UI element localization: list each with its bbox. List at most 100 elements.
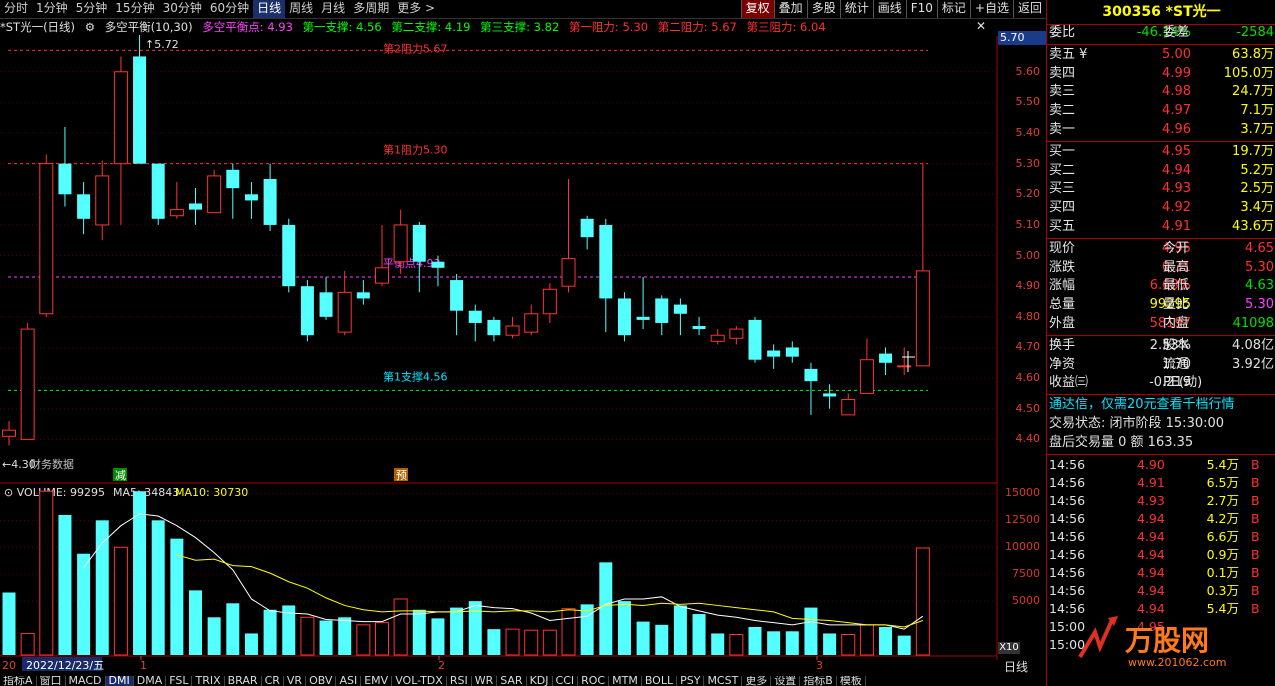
- volume-bar-down: [673, 605, 687, 655]
- quote-row: 收益㈢ -0.219 PE(动): [1047, 374, 1275, 392]
- row-value-2: 5.30: [1245, 297, 1274, 313]
- tick-t: 14:56: [1049, 492, 1086, 508]
- zoom-x10[interactable]: X10: [998, 642, 1020, 654]
- watermark-text: 万股网: [1125, 624, 1209, 657]
- quote-panel: 300356 *ST光一 委比 -46.14% 委差 -2584 卖五 ¥5.00 63.…: [1046, 0, 1275, 686]
- volume-bar-up: [113, 546, 128, 656]
- price-tick: 4.60: [1015, 371, 1041, 385]
- volume-bar-down: [95, 520, 109, 655]
- volume-bar-down: [412, 609, 426, 655]
- price-tick: 4.80: [1015, 309, 1041, 323]
- indicator-tab[interactable]: CCI: [553, 676, 579, 686]
- row-value: 4.99: [1162, 65, 1191, 81]
- indicator-tab[interactable]: 指标A: [0, 676, 37, 686]
- watermark-url: www.201062.com: [1128, 656, 1226, 669]
- row-value: 4.96: [1162, 122, 1191, 137]
- indicator-tab[interactable]: MCST: [704, 676, 743, 686]
- indicator-tab[interactable]: VR: [284, 676, 307, 686]
- row-value-2: -2584: [1236, 25, 1274, 40]
- volume-bar-down: [450, 607, 464, 655]
- indicator-tab[interactable]: RSI: [447, 676, 472, 686]
- tick-p: 4.90: [1137, 456, 1165, 472]
- indicator-tab[interactable]: OBV: [306, 676, 337, 686]
- indicator-tab[interactable]: SAR: [497, 676, 527, 686]
- price-axis: 5.60 5.50 5.40 5.30 5.20 5.10 5.00 4.90 4.80 4.70…: [998, 0, 1044, 480]
- ask-row: 卖二 4.97 7.1万: [1047, 102, 1275, 120]
- tick-b: B: [1251, 582, 1260, 598]
- row-label: 总量: [1049, 297, 1076, 313]
- candle-body-down: [655, 298, 669, 323]
- volume-bar-up: [39, 490, 54, 656]
- quote-row: 总量 99295 量比 5.30: [1047, 296, 1275, 314]
- indicator-tab[interactable]: PSY: [677, 676, 705, 686]
- row-value-2: 24.7万: [1232, 84, 1274, 100]
- indicator-tab[interactable]: EMV: [361, 676, 393, 686]
- indicator-tab[interactable]: 模板: [837, 676, 866, 686]
- indicator-tab[interactable]: 窗口: [37, 676, 66, 686]
- volume-bar-down: [189, 590, 202, 655]
- row-value: 4.92: [1162, 200, 1191, 216]
- candle-body-down: [151, 163, 165, 219]
- kline-chart[interactable]: 第2阻力5.67第1阻力5.30平衡点4.93第1支撑4.56↑5.72←4.3…: [0, 0, 1046, 676]
- price-tick: 4.50: [1015, 401, 1041, 415]
- candle-body-down: [580, 218, 594, 238]
- indicator-tab[interactable]: DMI: [105, 676, 134, 686]
- candle-body-up: [859, 359, 874, 394]
- indicator-tab[interactable]: CR: [262, 676, 284, 686]
- watermark-arrow: [1078, 619, 1114, 659]
- indicator-tab[interactable]: BRAR: [225, 676, 262, 686]
- indicator-tab[interactable]: DMA: [134, 676, 167, 686]
- text: 盘后交易量 0 额 163.35: [1049, 434, 1194, 450]
- indicator-tab[interactable]: WR: [472, 676, 498, 686]
- volume-label: ⊙ VOLUME: 99295: [4, 486, 105, 499]
- price-tick: 4.70: [1015, 340, 1041, 354]
- mark-yu: 预: [396, 469, 407, 482]
- candle-body-down: [617, 298, 631, 336]
- candle-body-up: [113, 71, 128, 165]
- candle-body-up: [710, 334, 725, 342]
- indicator-tab[interactable]: VOL-TDX: [392, 676, 447, 686]
- row-value-2: 4.65: [1245, 240, 1274, 256]
- tick-row: 14:56 4.90 5.4万 B: [1047, 456, 1275, 474]
- tick-t: 14:56: [1049, 474, 1086, 490]
- indicator-tab[interactable]: BOLL: [642, 676, 678, 686]
- tick-v: 4.2万: [1206, 510, 1239, 526]
- candle-body-up: [169, 209, 184, 217]
- tick-row: 14:56 4.94 0.9万 B: [1047, 546, 1275, 564]
- indicator-tab[interactable]: 设置: [771, 676, 801, 686]
- indicator-tab[interactable]: KDJ: [527, 676, 553, 686]
- volume-bar-up: [393, 598, 408, 656]
- volume-bar-down: [636, 621, 650, 655]
- indicator-tab[interactable]: ASI: [336, 676, 362, 686]
- row-value: 4.95: [1162, 143, 1191, 159]
- indicator-tab[interactable]: MACD: [66, 676, 106, 686]
- finance-data-link: 财务数据: [30, 457, 74, 471]
- indicator-tab[interactable]: 更多: [742, 676, 772, 686]
- indicator-tab[interactable]: ROC: [578, 676, 610, 686]
- candle-body-up: [524, 313, 539, 333]
- volume-bar-down: [2, 592, 16, 655]
- indicator-tab[interactable]: 指标B: [800, 676, 837, 686]
- volume-bar-down: [599, 562, 613, 655]
- row-label: 卖二: [1049, 103, 1076, 119]
- candle-body-down: [356, 292, 370, 299]
- candle-body-down: [263, 178, 277, 225]
- row-label: 卖四: [1049, 65, 1076, 81]
- panel-separator: [1047, 334, 1275, 336]
- ask-row: 卖三 4.98 24.7万: [1047, 83, 1275, 101]
- indicator-tab[interactable]: TRIX: [192, 676, 225, 686]
- tick-b: B: [1251, 564, 1260, 580]
- volume-bar-up: [729, 634, 744, 656]
- candle-body-down: [599, 224, 613, 299]
- ad-link[interactable]: 通达信，仅需20元查看千档行情: [1047, 396, 1275, 414]
- quote-row: 净资 1.70 流通 3.92亿: [1047, 356, 1275, 374]
- row-value: 4.91: [1162, 219, 1191, 234]
- date-label: 2022/12/23/五: [26, 659, 104, 672]
- tick-b: B: [1251, 474, 1260, 490]
- indicator-tab[interactable]: FSL: [166, 676, 193, 686]
- panel-separator: [1047, 140, 1275, 142]
- candle-body-down: [450, 280, 464, 311]
- tick-b: B: [1251, 546, 1260, 562]
- indicator-tab[interactable]: MTM: [609, 676, 642, 686]
- candle-body-down: [748, 319, 762, 360]
